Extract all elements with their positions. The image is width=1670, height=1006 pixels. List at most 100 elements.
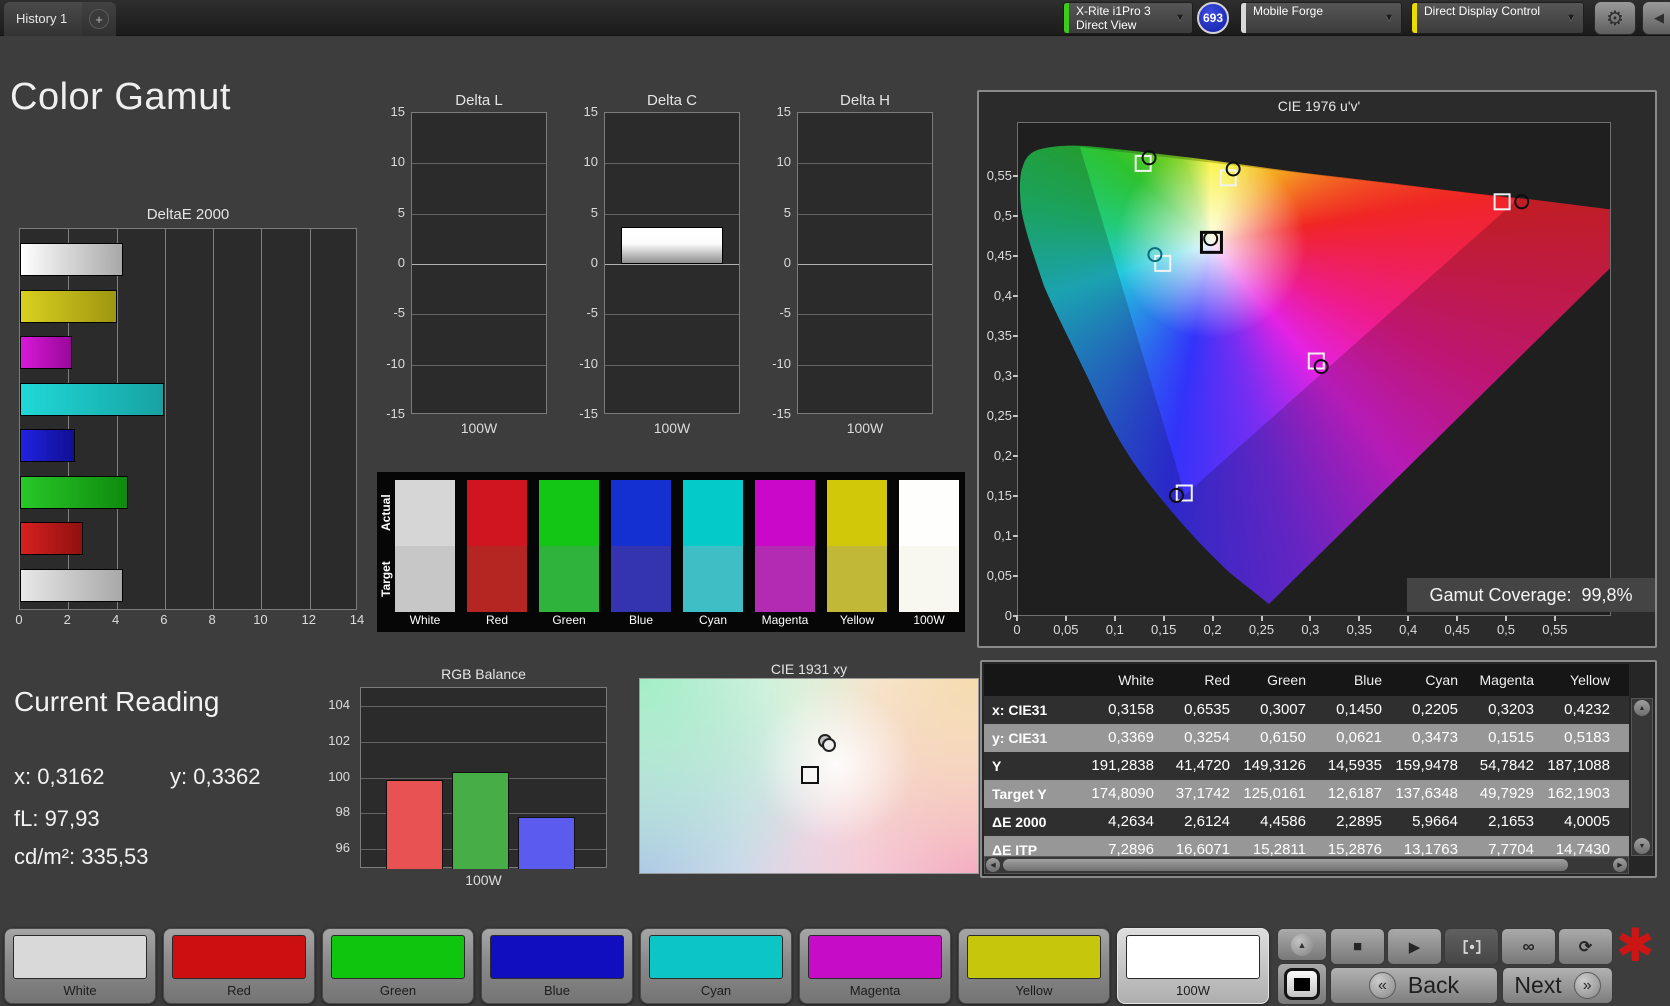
scroll-left-button[interactable]: ◀ bbox=[986, 858, 1000, 872]
gridline bbox=[605, 213, 739, 215]
scroll-right-button[interactable]: ▶ bbox=[1613, 858, 1627, 872]
tab-history[interactable]: History 1 bbox=[4, 2, 82, 36]
table-cell: 0,1450 bbox=[1336, 701, 1382, 718]
patch-button-blue[interactable]: Blue bbox=[481, 928, 633, 1004]
patch-button-magenta[interactable]: Magenta bbox=[799, 928, 951, 1004]
reading-fl: fL: 97,93 bbox=[14, 806, 100, 831]
patch-button-100w[interactable]: 100W bbox=[1117, 928, 1269, 1004]
table-cell: 174,8090 bbox=[1091, 785, 1154, 802]
table-cell: 149,3126 bbox=[1243, 757, 1306, 774]
tick-mark bbox=[1013, 175, 1018, 177]
triangle-left-icon: ◀ bbox=[990, 862, 996, 869]
table-row: x: CIE31 0,3158 0,6535 0,3007 0,1450 0,2205 0,… bbox=[984, 696, 1629, 724]
collapse-panel-button[interactable]: ◀ bbox=[1642, 1, 1670, 35]
axis-tick-label: 0,2 bbox=[993, 448, 1012, 463]
deltae2000-chart bbox=[19, 228, 357, 610]
settings-button[interactable]: ⚙ bbox=[1594, 1, 1636, 35]
swatch-label: Blue bbox=[628, 613, 654, 627]
axis-tick-label: 5 bbox=[397, 204, 405, 220]
gridline bbox=[309, 229, 311, 609]
measured-marker-magenta bbox=[1313, 359, 1329, 375]
measuring-indicator-icon: ✱ bbox=[1616, 919, 1655, 971]
calibration-app-window: History 1 + X-Rite i1Pro 3 Direct View ▼ … bbox=[0, 0, 1670, 1006]
axis-tick-label: 0,45 bbox=[986, 248, 1012, 263]
expand-panel-button[interactable]: ▲ bbox=[1277, 928, 1327, 961]
measured-marker-white bbox=[1203, 231, 1219, 247]
gear-icon: ⚙ bbox=[1606, 7, 1624, 30]
tick-mark bbox=[1553, 616, 1556, 621]
tick-mark bbox=[1260, 616, 1263, 621]
scroll-down-button[interactable]: ▼ bbox=[1634, 838, 1650, 854]
delta-l-x-label: 100W bbox=[460, 420, 498, 436]
deltae-bar-magenta bbox=[20, 336, 72, 369]
delta-h-x-label: 100W bbox=[846, 420, 884, 436]
patch-button-white[interactable]: White bbox=[4, 928, 156, 1004]
target-swatch-red bbox=[467, 546, 527, 612]
column-header-red: Red bbox=[1204, 672, 1230, 688]
play-icon: ▶ bbox=[1408, 938, 1421, 956]
table-cell: 0,3369 bbox=[1108, 729, 1154, 746]
scrollbar-thumb[interactable] bbox=[1003, 859, 1568, 871]
tick-mark bbox=[1407, 616, 1410, 621]
patch-button-cyan[interactable]: Cyan bbox=[640, 928, 792, 1004]
table-vertical-scrollbar[interactable]: ▲ ▼ bbox=[1631, 698, 1653, 856]
axis-tick-label: 0,45 bbox=[1444, 622, 1470, 637]
gridline bbox=[605, 314, 739, 316]
actual-swatch-yellow bbox=[827, 480, 887, 546]
cie1976-panel: CIE 1976 u'v' Gamut Coverage: 99,8% 0,55… bbox=[977, 90, 1657, 648]
pattern-window-icon bbox=[1284, 968, 1320, 1000]
table-cell: 4,4586 bbox=[1260, 813, 1306, 830]
table-horizontal-scrollbar[interactable]: ◀ ▶ bbox=[984, 856, 1629, 874]
patch-button-red[interactable]: Red bbox=[163, 928, 315, 1004]
table-cell: 2,6124 bbox=[1184, 813, 1230, 830]
axis-tick-label: 0 bbox=[1004, 608, 1012, 623]
gamut-coverage-value: 99,8% bbox=[1581, 584, 1633, 605]
axis-tick-label: -15 bbox=[579, 406, 598, 421]
tick-mark bbox=[1456, 616, 1459, 621]
patch-button-yellow[interactable]: Yellow bbox=[958, 928, 1110, 1004]
scroll-up-button[interactable]: ▲ bbox=[1634, 700, 1650, 716]
axis-tick-label: 0,4 bbox=[993, 288, 1012, 303]
pattern-window-button[interactable] bbox=[1277, 963, 1327, 1005]
axis-tick-label: 14 bbox=[349, 612, 365, 627]
gridline bbox=[605, 264, 739, 265]
axis-tick-label: 10 bbox=[583, 154, 598, 170]
axis-tick-label: 104 bbox=[328, 696, 350, 712]
swatch-columns: White Red Green Blue Cyan Magenta Yellow 100W bbox=[377, 472, 965, 632]
patch-button-green[interactable]: Green bbox=[322, 928, 474, 1004]
swatch-label: Red bbox=[485, 613, 508, 627]
next-button[interactable]: Next » bbox=[1502, 967, 1613, 1004]
single-measure-button[interactable] bbox=[1444, 928, 1499, 965]
axis-tick-label: 8 bbox=[208, 612, 216, 627]
back-button[interactable]: « Back bbox=[1330, 967, 1498, 1004]
swatch-label: 100W bbox=[913, 613, 945, 627]
patch-button-label: Cyan bbox=[700, 983, 732, 998]
deltae-bar-blue bbox=[20, 429, 75, 462]
delta-c-chart-title: Delta C bbox=[646, 92, 698, 109]
reading-cdm2: cd/m²: 335,53 bbox=[14, 844, 149, 869]
workflow-dropdown[interactable]: Mobile Forge ▼ bbox=[1240, 2, 1402, 34]
software-dropdown[interactable]: Direct Display Control ▼ bbox=[1411, 2, 1584, 34]
table-cell: 2,1653 bbox=[1488, 813, 1534, 830]
tick-mark bbox=[1013, 335, 1018, 337]
axis-tick-label: 0,1 bbox=[1105, 622, 1124, 637]
row-label: y: CIE31 bbox=[992, 730, 1048, 746]
tick-mark bbox=[1013, 375, 1018, 377]
gamut-coverage-label: Gamut Coverage: bbox=[1429, 584, 1572, 605]
continuous-measure-button[interactable]: ∞ bbox=[1501, 928, 1556, 965]
axis-tick-label: 0 bbox=[1013, 622, 1021, 637]
stop-button[interactable]: ■ bbox=[1330, 928, 1385, 965]
actual-swatch-green bbox=[539, 480, 599, 546]
play-button[interactable]: ▶ bbox=[1387, 928, 1442, 965]
axis-tick-label: 0,3 bbox=[993, 368, 1012, 383]
axis-tick-label: 0,55 bbox=[986, 168, 1012, 183]
meter-dropdown[interactable]: X-Rite i1Pro 3 Direct View ▼ bbox=[1063, 2, 1193, 34]
refresh-button[interactable]: ⟳ bbox=[1558, 928, 1613, 965]
table-cell: 49,7929 bbox=[1479, 785, 1534, 802]
chevron-left-icon: ◀ bbox=[1654, 10, 1664, 25]
table-cell: 187,1088 bbox=[1547, 757, 1610, 774]
add-tab-button[interactable]: + bbox=[82, 2, 116, 36]
table-row: y: CIE31 0,3369 0,3254 0,6150 0,0621 0,3473 0,… bbox=[984, 724, 1629, 752]
target-swatch-white bbox=[395, 546, 455, 612]
axis-tick-label: 15 bbox=[390, 104, 405, 119]
